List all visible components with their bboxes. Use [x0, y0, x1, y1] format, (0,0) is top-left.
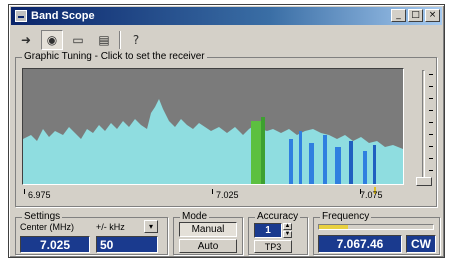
gain-slider[interactable] [413, 68, 433, 186]
signal-blue-4 [323, 135, 327, 184]
span-field[interactable]: 50 [96, 236, 158, 253]
minimize-button[interactable]: _ [391, 9, 406, 22]
print-icon[interactable]: ▤ [93, 30, 115, 50]
window-controls: _ □ × [391, 9, 440, 22]
maximize-button[interactable]: □ [408, 9, 423, 22]
record-icon[interactable]: ◉ [41, 30, 63, 50]
slider-tick [429, 134, 433, 135]
scale-tick-2 [212, 189, 213, 194]
mode-group: Mode Manual Auto [173, 211, 243, 255]
signal-green-edge [261, 117, 265, 184]
gain-slider-track [422, 70, 425, 180]
title-bar[interactable]: Band Scope _ □ × [11, 7, 442, 25]
folder-icon[interactable]: ▭ [67, 30, 89, 50]
signal-level-bar [318, 224, 434, 230]
band-scope-window: Band Scope _ □ × ➜ ◉ ▭ ▤ ? Graphic Tunin… [8, 4, 445, 258]
manual-mode-button[interactable]: Manual [179, 222, 237, 237]
signal-blue-2 [299, 131, 302, 184]
accuracy-field[interactable]: 1 [254, 223, 282, 238]
slider-tick [429, 98, 433, 99]
accuracy-group: Accuracy 1 ▲ ▼ TP3 [248, 211, 308, 255]
frequency-scale: 6.975 7.025 7.075 [22, 187, 404, 203]
signal-blue-8 [373, 145, 376, 184]
accuracy-legend: Accuracy [255, 211, 301, 222]
scale-label-1: 6.975 [28, 190, 51, 200]
signal-blue-3 [309, 143, 314, 184]
slider-tick [429, 170, 433, 171]
toolbar: ➜ ◉ ▭ ▤ ? [15, 29, 147, 51]
signal-green [251, 121, 261, 184]
window-title: Band Scope [31, 10, 95, 22]
center-mhz-label: Center (MHz) [20, 222, 75, 232]
frequency-display: 7.067.46 [318, 235, 402, 253]
slider-tick [429, 110, 433, 111]
receive-mode-display[interactable]: CW [406, 235, 436, 253]
frequency-group: Frequency 7.067.46 CW [313, 211, 440, 255]
spectrum-plot [23, 99, 403, 184]
app-icon [15, 10, 27, 22]
scale-label-3: 7.075 [360, 190, 383, 200]
slider-tick [429, 86, 433, 87]
spectrum-display[interactable] [22, 68, 404, 185]
signal-blue-6 [349, 141, 353, 184]
gain-slider-thumb[interactable] [416, 177, 432, 186]
settings-legend: Settings [22, 211, 63, 222]
toolbar-separator [119, 31, 121, 49]
scale-tick-1 [24, 189, 25, 194]
settings-group: Settings Center (MHz) +/- kHz ▾ 7.025 50 [15, 211, 168, 255]
tp3-button[interactable]: TP3 [254, 240, 292, 253]
slider-tick [429, 158, 433, 159]
signal-blue-7 [363, 151, 367, 184]
span-dropdown-button[interactable]: ▾ [144, 220, 158, 233]
arrow-icon[interactable]: ➜ [15, 30, 37, 50]
frequency-legend: Frequency [320, 211, 372, 222]
mode-legend: Mode [180, 211, 210, 222]
signal-level-fill [319, 225, 348, 229]
help-icon[interactable]: ? [125, 30, 147, 50]
slider-tick [429, 146, 433, 147]
auto-mode-button[interactable]: Auto [179, 239, 237, 253]
scale-label-2: 7.025 [216, 190, 239, 200]
accuracy-down-arrow-icon[interactable]: ▼ [283, 231, 292, 238]
graphic-tuning-legend: Graphic Tuning - Click to set the receiv… [22, 51, 207, 62]
slider-tick [429, 74, 433, 75]
spectrum-trace [23, 99, 403, 184]
center-frequency-field[interactable]: 7.025 [20, 236, 90, 253]
accuracy-up-arrow-icon[interactable]: ▲ [283, 223, 292, 230]
signal-blue-1 [289, 139, 293, 184]
signal-blue-5 [335, 147, 341, 184]
span-khz-label: +/- kHz [96, 222, 125, 232]
close-button[interactable]: × [425, 9, 440, 22]
slider-tick [429, 122, 433, 123]
graphic-tuning-group: Graphic Tuning - Click to set the receiv… [15, 51, 437, 207]
